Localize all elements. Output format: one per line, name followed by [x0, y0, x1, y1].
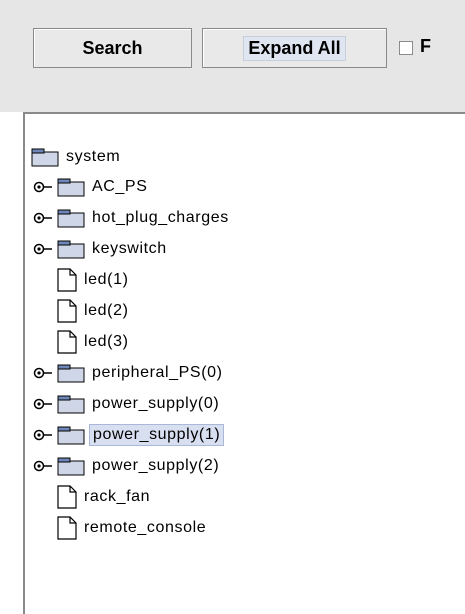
- tree-item[interactable]: keyswitch: [33, 234, 170, 264]
- expand-handle-icon[interactable]: [33, 398, 53, 410]
- file-icon: [57, 485, 77, 509]
- tree-item-label: keyswitch: [92, 240, 167, 257]
- filter-checkbox-label: F: [420, 36, 431, 56]
- folder-icon: [57, 177, 85, 197]
- search-button-label: Search: [82, 37, 143, 58]
- expand-handle-icon[interactable]: [33, 243, 53, 255]
- tree-item-label: rack_fan: [84, 488, 151, 505]
- tree-item-label: hot_plug_charges: [92, 209, 229, 226]
- tree-item[interactable]: peripheral_PS(0): [33, 358, 226, 388]
- tree-item-selected[interactable]: power_supply(1): [33, 420, 225, 450]
- tree-item[interactable]: power_supply(0): [33, 389, 222, 419]
- tree-item[interactable]: rack_fan: [57, 482, 153, 512]
- tree-item-label: peripheral_PS(0): [92, 364, 223, 381]
- tree-item[interactable]: led(3): [57, 327, 132, 357]
- device-tree[interactable]: system AC_PS hot_plug_charges keyswitch led…: [23, 112, 465, 614]
- folder-icon: [57, 239, 85, 259]
- expand-handle-icon[interactable]: [33, 429, 53, 441]
- tree-item[interactable]: led(1): [57, 265, 132, 295]
- tree-item-label: remote_console: [84, 519, 207, 536]
- folder-icon: [57, 363, 85, 383]
- folder-icon: [31, 147, 59, 167]
- expand-handle-icon[interactable]: [33, 181, 53, 193]
- tree-item-label: power_supply(0): [92, 395, 220, 412]
- folder-icon: [57, 456, 85, 476]
- toolbar: Search Expand All F: [0, 0, 465, 112]
- tree-item-label: AC_PS: [92, 178, 148, 195]
- expand-all-button-label: Expand All: [243, 35, 346, 61]
- tree-item[interactable]: power_supply(2): [33, 451, 222, 481]
- filter-checkbox[interactable]: [399, 41, 413, 55]
- expand-handle-icon[interactable]: [33, 460, 53, 472]
- tree-item-label: power_supply(1): [89, 424, 225, 446]
- tree-item-label: power_supply(2): [92, 457, 220, 474]
- file-icon: [57, 268, 77, 292]
- tree-item-label: led(1): [84, 271, 129, 288]
- tree-item[interactable]: led(2): [57, 296, 132, 326]
- tree-item[interactable]: hot_plug_charges: [33, 203, 232, 233]
- expand-handle-icon[interactable]: [33, 212, 53, 224]
- tree-item[interactable]: remote_console: [57, 513, 209, 543]
- file-icon: [57, 299, 77, 323]
- file-icon: [57, 516, 77, 540]
- tree-item-label: led(3): [84, 333, 129, 350]
- expand-handle-icon[interactable]: [33, 367, 53, 379]
- file-icon: [57, 330, 77, 354]
- tree-item-label: led(2): [84, 302, 129, 319]
- tree-root[interactable]: system: [31, 142, 123, 172]
- folder-icon: [57, 425, 85, 445]
- tree-root-label: system: [66, 148, 121, 165]
- tree-item[interactable]: AC_PS: [33, 172, 150, 202]
- search-button[interactable]: Search: [33, 28, 192, 68]
- folder-icon: [57, 208, 85, 228]
- folder-icon: [57, 394, 85, 414]
- expand-all-button[interactable]: Expand All: [202, 28, 387, 68]
